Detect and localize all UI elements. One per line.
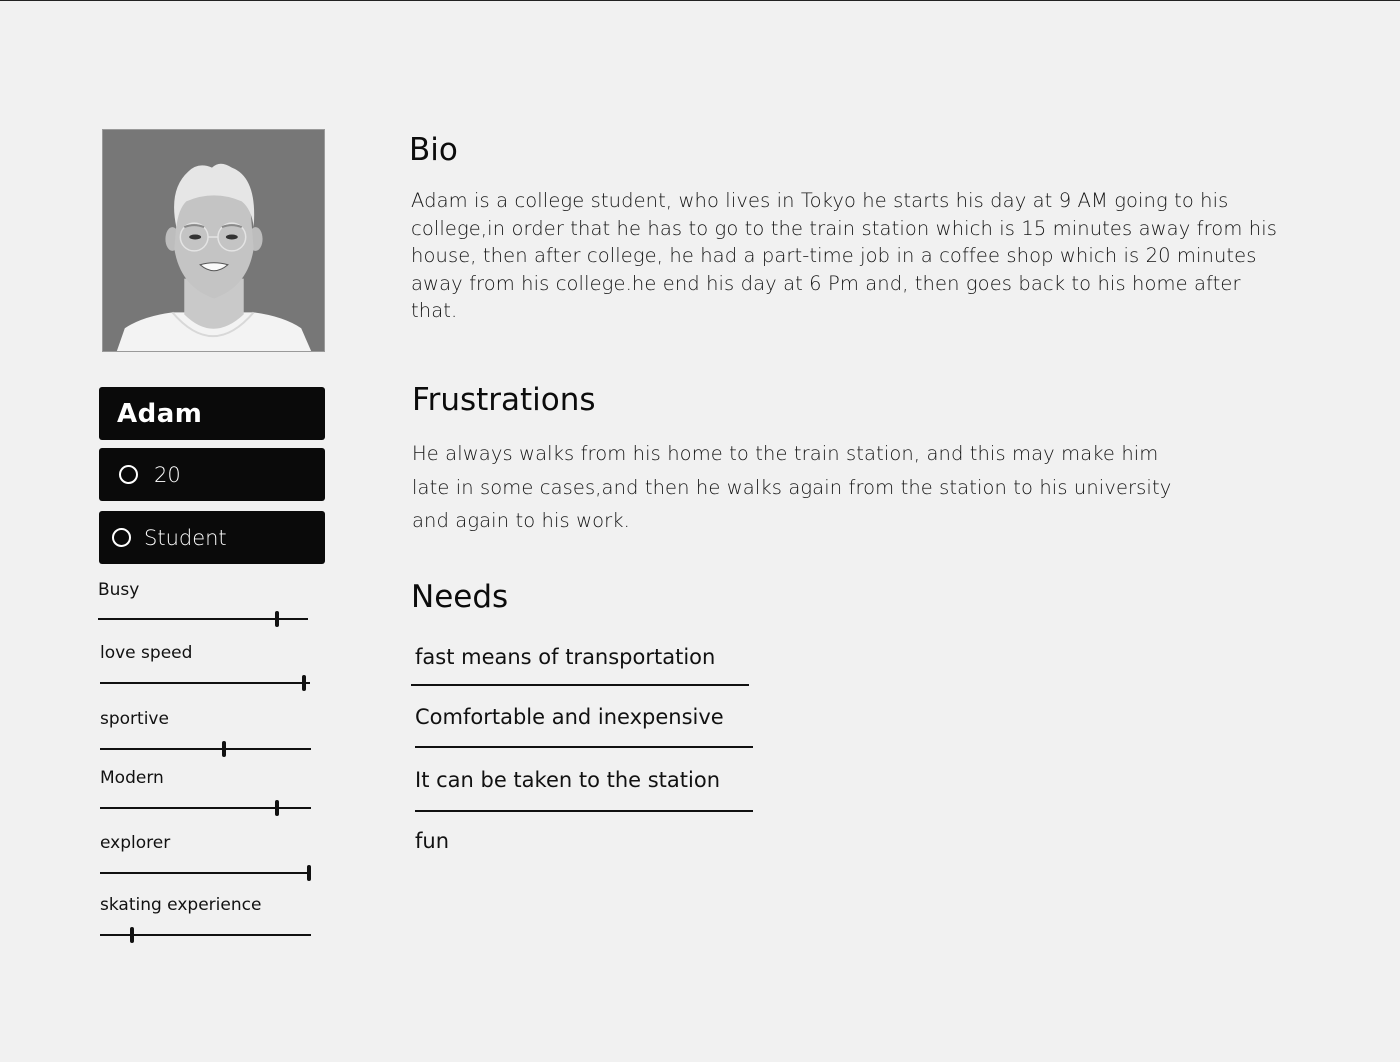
trait-slider-track[interactable] (100, 748, 311, 750)
trait-slider-track[interactable] (100, 807, 311, 809)
need-divider (411, 684, 749, 686)
trait-slider-row: skating experience (98, 895, 313, 955)
user-portrait-icon (103, 130, 324, 351)
trait-slider-track[interactable] (100, 682, 310, 684)
trait-slider-thumb[interactable] (222, 741, 227, 757)
trait-slider-row: love speed (98, 643, 313, 703)
persona-name-card: Adam (99, 387, 325, 440)
frustrations-text: He always walks from his home to the tra… (412, 442, 1172, 532)
avatar (102, 129, 325, 352)
bio-text: Adam is a college student, who lives in … (411, 189, 1277, 322)
trait-slider-thumb[interactable] (275, 800, 280, 816)
need-divider (415, 746, 753, 748)
need-divider (415, 810, 753, 812)
trait-slider-thumb[interactable] (274, 611, 279, 627)
persona-age-card: 20 (99, 448, 325, 501)
trait-label: Busy (98, 580, 140, 600)
trait-label: sportive (100, 709, 169, 729)
need-item: It can be taken to the station (415, 768, 721, 792)
radio-circle-icon (119, 465, 138, 484)
trait-slider-row: Modern (98, 768, 313, 828)
radio-circle-icon (112, 528, 131, 547)
persona-name: Adam (117, 398, 203, 429)
trait-label: skating experience (100, 895, 262, 915)
top-border (0, 0, 1400, 1)
need-item: fast means of transportation (415, 645, 716, 669)
trait-slider-thumb[interactable] (129, 927, 134, 943)
trait-slider-thumb[interactable] (301, 675, 306, 691)
persona-age: 20 (154, 462, 181, 487)
need-item: Comfortable and inexpensive (415, 705, 724, 729)
trait-slider-row: Busy (98, 580, 313, 640)
trait-slider-track[interactable] (100, 872, 309, 874)
frustrations-heading: Frustrations (412, 382, 596, 418)
persona-occupation-card: Student (99, 511, 325, 564)
trait-slider-thumb[interactable] (307, 865, 311, 881)
need-item: fun (415, 829, 450, 853)
bio-heading: Bio (409, 132, 458, 168)
trait-label: love speed (100, 643, 193, 663)
needs-heading: Needs (411, 579, 509, 615)
trait-label: Modern (100, 768, 164, 788)
persona-occupation: Student (144, 525, 227, 550)
trait-slider-row: explorer (98, 833, 313, 893)
trait-slider-row: sportive (98, 709, 313, 769)
trait-label: explorer (100, 833, 171, 853)
